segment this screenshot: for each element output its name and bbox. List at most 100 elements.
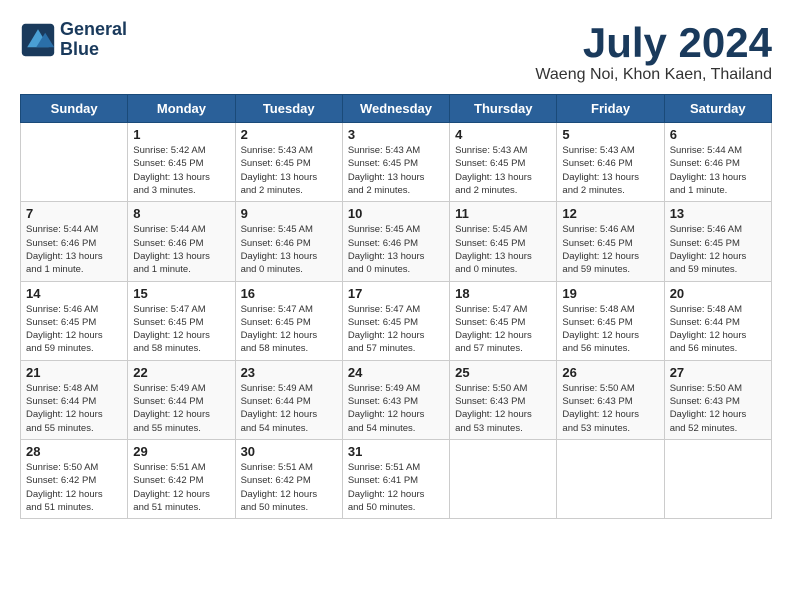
calendar-cell: 30Sunrise: 5:51 AM Sunset: 6:42 PM Dayli… bbox=[235, 439, 342, 518]
day-info: Sunrise: 5:45 AM Sunset: 6:46 PM Dayligh… bbox=[241, 223, 337, 276]
day-info: Sunrise: 5:47 AM Sunset: 6:45 PM Dayligh… bbox=[348, 303, 444, 356]
calendar-cell: 1 Sunrise: 5:42 AM Sunset: 6:45 PM Daylig… bbox=[128, 123, 235, 202]
calendar-cell: 26 Sunrise: 5:50 AM Sunset: 6:43 PM Dayli… bbox=[557, 360, 664, 439]
calendar-cell: 9 Sunrise: 5:45 AM Sunset: 6:46 PM Daylig… bbox=[235, 202, 342, 281]
calendar-cell: 21 Sunrise: 5:48 AM Sunset: 6:44 PM Dayli… bbox=[21, 360, 128, 439]
calendar-cell: 23 Sunrise: 5:49 AM Sunset: 6:44 PM Dayli… bbox=[235, 360, 342, 439]
day-number: 23 bbox=[241, 365, 337, 380]
day-number: 8 bbox=[133, 206, 229, 221]
calendar-week-3: 14 Sunrise: 5:46 AM Sunset: 6:45 PM Dayli… bbox=[21, 281, 772, 360]
calendar-cell: 16Sunrise: 5:47 AM Sunset: 6:45 PM Dayli… bbox=[235, 281, 342, 360]
calendar-cell: 14 Sunrise: 5:46 AM Sunset: 6:45 PM Dayli… bbox=[21, 281, 128, 360]
calendar-cell: 25 Sunrise: 5:50 AM Sunset: 6:43 PM Dayli… bbox=[450, 360, 557, 439]
title-block: July 2024 Waeng Noi, Khon Kaen, Thailand bbox=[535, 20, 772, 84]
weekday-header-thursday: Thursday bbox=[450, 95, 557, 123]
calendar-week-1: 1 Sunrise: 5:42 AM Sunset: 6:45 PM Daylig… bbox=[21, 123, 772, 202]
day-info: Sunrise: 5:46 AM Sunset: 6:45 PM Dayligh… bbox=[26, 303, 122, 356]
day-number: 12 bbox=[562, 206, 658, 221]
day-number: 3 bbox=[348, 127, 444, 142]
day-info: Sunrise: 5:47 AM Sunset: 6:45 PM Dayligh… bbox=[241, 303, 337, 356]
calendar-cell: 27 Sunrise: 5:50 AM Sunset: 6:43 PM Dayli… bbox=[664, 360, 771, 439]
day-number: 13 bbox=[670, 206, 766, 221]
calendar-cell: 22Sunrise: 5:49 AM Sunset: 6:44 PM Dayli… bbox=[128, 360, 235, 439]
calendar-cell: 3 Sunrise: 5:43 AM Sunset: 6:45 PM Daylig… bbox=[342, 123, 449, 202]
day-info: Sunrise: 5:48 AM Sunset: 6:45 PM Dayligh… bbox=[562, 303, 658, 356]
day-number: 7 bbox=[26, 206, 122, 221]
calendar-cell: 12Sunrise: 5:46 AM Sunset: 6:45 PM Dayli… bbox=[557, 202, 664, 281]
day-number: 31 bbox=[348, 444, 444, 459]
day-info: Sunrise: 5:44 AM Sunset: 6:46 PM Dayligh… bbox=[133, 223, 229, 276]
calendar-cell: 24 Sunrise: 5:49 AM Sunset: 6:43 PM Dayli… bbox=[342, 360, 449, 439]
day-info: Sunrise: 5:49 AM Sunset: 6:43 PM Dayligh… bbox=[348, 382, 444, 435]
day-number: 19 bbox=[562, 286, 658, 301]
day-info: Sunrise: 5:50 AM Sunset: 6:43 PM Dayligh… bbox=[670, 382, 766, 435]
day-number: 25 bbox=[455, 365, 551, 380]
day-number: 10 bbox=[348, 206, 444, 221]
day-info: Sunrise: 5:46 AM Sunset: 6:45 PM Dayligh… bbox=[670, 223, 766, 276]
day-number: 17 bbox=[348, 286, 444, 301]
day-info: Sunrise: 5:49 AM Sunset: 6:44 PM Dayligh… bbox=[133, 382, 229, 435]
calendar-week-5: 28 Sunrise: 5:50 AM Sunset: 6:42 PM Dayli… bbox=[21, 439, 772, 518]
day-info: Sunrise: 5:43 AM Sunset: 6:45 PM Dayligh… bbox=[241, 144, 337, 197]
weekday-header-sunday: Sunday bbox=[21, 95, 128, 123]
day-number: 20 bbox=[670, 286, 766, 301]
day-info: Sunrise: 5:50 AM Sunset: 6:43 PM Dayligh… bbox=[562, 382, 658, 435]
weekday-header-friday: Friday bbox=[557, 95, 664, 123]
calendar-table: SundayMondayTuesdayWednesdayThursdayFrid… bbox=[20, 94, 772, 519]
day-info: Sunrise: 5:50 AM Sunset: 6:42 PM Dayligh… bbox=[26, 461, 122, 514]
day-info: Sunrise: 5:51 AM Sunset: 6:42 PM Dayligh… bbox=[133, 461, 229, 514]
calendar-cell: 4 Sunrise: 5:43 AM Sunset: 6:45 PM Daylig… bbox=[450, 123, 557, 202]
day-info: Sunrise: 5:45 AM Sunset: 6:46 PM Dayligh… bbox=[348, 223, 444, 276]
logo-line1: General bbox=[60, 20, 127, 40]
day-info: Sunrise: 5:48 AM Sunset: 6:44 PM Dayligh… bbox=[26, 382, 122, 435]
calendar-cell bbox=[557, 439, 664, 518]
calendar-cell: 2 Sunrise: 5:43 AM Sunset: 6:45 PM Daylig… bbox=[235, 123, 342, 202]
day-number: 5 bbox=[562, 127, 658, 142]
day-number: 2 bbox=[241, 127, 337, 142]
day-number: 28 bbox=[26, 444, 122, 459]
day-number: 6 bbox=[670, 127, 766, 142]
day-info: Sunrise: 5:43 AM Sunset: 6:46 PM Dayligh… bbox=[562, 144, 658, 197]
day-number: 4 bbox=[455, 127, 551, 142]
day-number: 11 bbox=[455, 206, 551, 221]
day-info: Sunrise: 5:50 AM Sunset: 6:43 PM Dayligh… bbox=[455, 382, 551, 435]
day-info: Sunrise: 5:44 AM Sunset: 6:46 PM Dayligh… bbox=[670, 144, 766, 197]
calendar-cell bbox=[664, 439, 771, 518]
calendar-cell: 20Sunrise: 5:48 AM Sunset: 6:44 PM Dayli… bbox=[664, 281, 771, 360]
day-number: 30 bbox=[241, 444, 337, 459]
page-header: General Blue July 2024 Waeng Noi, Khon K… bbox=[20, 20, 772, 84]
day-number: 27 bbox=[670, 365, 766, 380]
weekday-header-monday: Monday bbox=[128, 95, 235, 123]
day-info: Sunrise: 5:47 AM Sunset: 6:45 PM Dayligh… bbox=[455, 303, 551, 356]
day-number: 9 bbox=[241, 206, 337, 221]
day-number: 26 bbox=[562, 365, 658, 380]
logo-line2: Blue bbox=[60, 40, 127, 60]
day-info: Sunrise: 5:42 AM Sunset: 6:45 PM Dayligh… bbox=[133, 144, 229, 197]
logo-icon bbox=[20, 22, 56, 58]
day-info: Sunrise: 5:43 AM Sunset: 6:45 PM Dayligh… bbox=[455, 144, 551, 197]
calendar-cell: 8 Sunrise: 5:44 AM Sunset: 6:46 PM Daylig… bbox=[128, 202, 235, 281]
day-info: Sunrise: 5:49 AM Sunset: 6:44 PM Dayligh… bbox=[241, 382, 337, 435]
day-info: Sunrise: 5:43 AM Sunset: 6:45 PM Dayligh… bbox=[348, 144, 444, 197]
location-subtitle: Waeng Noi, Khon Kaen, Thailand bbox=[535, 66, 772, 84]
calendar-week-2: 7 Sunrise: 5:44 AM Sunset: 6:46 PM Daylig… bbox=[21, 202, 772, 281]
calendar-cell: 15 Sunrise: 5:47 AM Sunset: 6:45 PM Dayli… bbox=[128, 281, 235, 360]
weekday-header-wednesday: Wednesday bbox=[342, 95, 449, 123]
calendar-cell: 11 Sunrise: 5:45 AM Sunset: 6:45 PM Dayli… bbox=[450, 202, 557, 281]
day-info: Sunrise: 5:51 AM Sunset: 6:41 PM Dayligh… bbox=[348, 461, 444, 514]
day-number: 14 bbox=[26, 286, 122, 301]
day-info: Sunrise: 5:44 AM Sunset: 6:46 PM Dayligh… bbox=[26, 223, 122, 276]
day-number: 29 bbox=[133, 444, 229, 459]
day-number: 1 bbox=[133, 127, 229, 142]
weekday-header-tuesday: Tuesday bbox=[235, 95, 342, 123]
calendar-cell: 28 Sunrise: 5:50 AM Sunset: 6:42 PM Dayli… bbox=[21, 439, 128, 518]
day-number: 21 bbox=[26, 365, 122, 380]
calendar-cell: 31 Sunrise: 5:51 AM Sunset: 6:41 PM Dayli… bbox=[342, 439, 449, 518]
calendar-cell: 19 Sunrise: 5:48 AM Sunset: 6:45 PM Dayli… bbox=[557, 281, 664, 360]
calendar-cell: 7 Sunrise: 5:44 AM Sunset: 6:46 PM Daylig… bbox=[21, 202, 128, 281]
day-number: 15 bbox=[133, 286, 229, 301]
day-number: 24 bbox=[348, 365, 444, 380]
calendar-cell bbox=[21, 123, 128, 202]
day-info: Sunrise: 5:47 AM Sunset: 6:45 PM Dayligh… bbox=[133, 303, 229, 356]
day-info: Sunrise: 5:45 AM Sunset: 6:45 PM Dayligh… bbox=[455, 223, 551, 276]
